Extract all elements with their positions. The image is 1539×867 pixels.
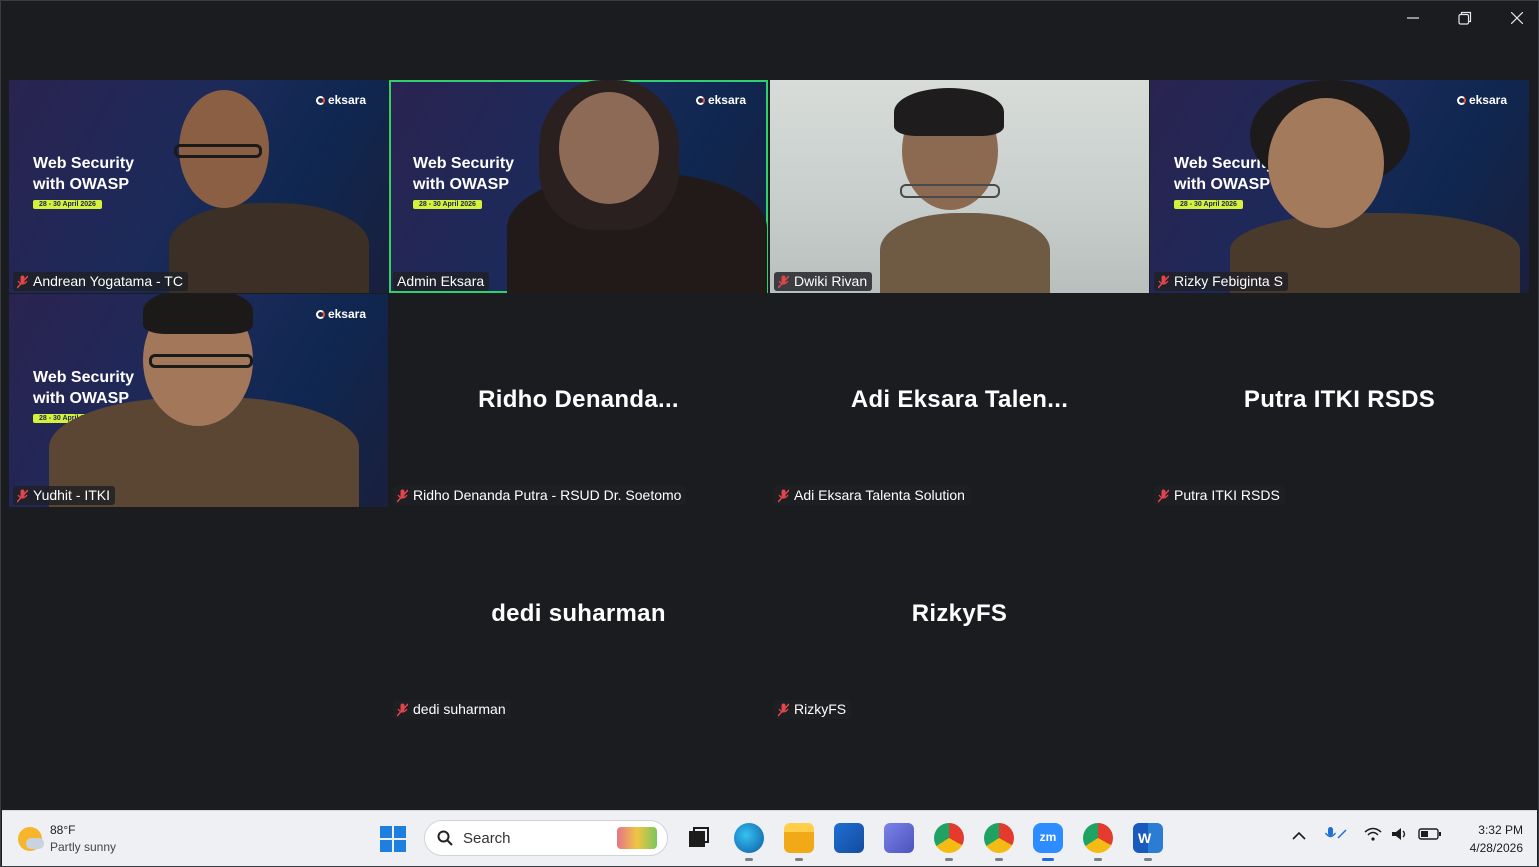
muted-mic-icon: [1157, 488, 1170, 503]
participant-face: [559, 92, 659, 204]
participant-tile-admin-eksara[interactable]: eksara Web Security with OWASP 28 - 30 Ap…: [389, 80, 768, 293]
participant-nametag: RizkyFS: [774, 700, 852, 719]
participant-face: [1268, 98, 1384, 228]
participant-nametag: Ridho Denanda Putra - RSUD Dr. Soetomo: [393, 486, 687, 505]
participant-display-name: Adi Eksara Talen...: [850, 386, 1069, 413]
participant-nametag: Yudhit - ITKI: [13, 486, 116, 505]
eksara-logo: eksara: [315, 93, 366, 107]
battery-icon[interactable]: [1418, 827, 1442, 844]
muted-mic-icon: [777, 274, 790, 289]
participant-name: Admin Eksara: [397, 273, 485, 289]
eksara-logo: eksara: [1456, 93, 1507, 107]
muted-mic-icon: [396, 488, 409, 503]
eksara-logo: eksara: [315, 307, 366, 321]
edge-icon[interactable]: [734, 823, 764, 861]
participant-name: Putra ITKI RSDS: [1174, 487, 1280, 503]
participant-name: Ridho Denanda Putra - RSUD Dr. Soetomo: [413, 487, 682, 503]
task-view-icon[interactable]: [684, 823, 714, 853]
participant-tile-dedi[interactable]: dedi suharman dedi suharman: [389, 508, 768, 721]
participant-nametag: Dwiki Rivan: [774, 272, 873, 291]
minimize-button[interactable]: [1387, 0, 1439, 36]
participant-video: [169, 203, 369, 293]
participant-nametag: Putra ITKI RSDS: [1154, 486, 1285, 505]
muted-mic-icon: [777, 702, 790, 717]
participant-tile-ridho[interactable]: Ridho Denanda... Ridho Denanda Putra - R…: [389, 294, 768, 507]
store-icon[interactable]: [834, 823, 864, 853]
participant-nametag: Admin Eksara: [393, 272, 490, 291]
close-button[interactable]: [1491, 0, 1539, 36]
participant-display-name: Putra ITKI RSDS: [1243, 386, 1436, 413]
participant-tile-dwiki[interactable]: Dwiki Rivan: [770, 80, 1149, 293]
file-explorer-icon[interactable]: [784, 823, 814, 861]
participant-display-name: dedi suharman: [491, 600, 666, 627]
chrome-profile-icon[interactable]: [984, 823, 1014, 861]
participant-hair: [894, 88, 1004, 136]
participant-nametag: dedi suharman: [393, 700, 511, 719]
clock-time: 3:32 PM: [1478, 823, 1523, 837]
participant-tile-andrean[interactable]: eksara Web Security with OWASP 28 - 30 Ap…: [9, 80, 388, 293]
zoom-icon[interactable]: zm: [1033, 823, 1063, 861]
participant-name: Yudhit - ITKI: [33, 487, 111, 503]
chrome-icon[interactable]: [934, 823, 964, 861]
participant-nametag: Adi Eksara Talenta Solution: [774, 486, 970, 505]
search-placeholder: Search: [463, 829, 511, 847]
weather-widget[interactable]: 88°F Partly sunny: [18, 822, 116, 856]
glasses: [174, 144, 262, 158]
participant-tile-yudhit[interactable]: eksara Web Security with OWASP 28 - 30 Ap…: [9, 294, 388, 507]
search-icon: [437, 830, 453, 846]
muted-mic-icon: [777, 488, 790, 503]
muted-mic-icon: [16, 488, 29, 503]
clock-date: 4/28/2026: [1469, 841, 1523, 855]
system-clock[interactable]: 3:32 PM 4/28/2026: [1470, 821, 1523, 857]
participant-nametag: Rizky Febiginta S: [1154, 272, 1288, 291]
weather-desc: Partly sunny: [50, 840, 117, 854]
participant-name: Adi Eksara Talenta Solution: [794, 487, 965, 503]
start-icon[interactable]: [380, 826, 406, 852]
banner-date: 28 - 30 April 2026: [33, 200, 102, 209]
participant-name: RizkyFS: [794, 701, 847, 717]
muted-mic-icon: [396, 702, 409, 717]
teams-icon[interactable]: [884, 823, 914, 853]
restore-icon: [1458, 11, 1472, 25]
taskbar: 88°F Partly sunny Search zm W 3:32 PM 4/…: [2, 810, 1537, 866]
volume-icon[interactable]: [1391, 827, 1409, 844]
chevron-up-icon[interactable]: [1292, 829, 1306, 844]
eksara-logo: eksara: [695, 93, 746, 107]
participant-tile-rizkyfs[interactable]: RizkyFS RizkyFS: [770, 508, 1149, 721]
participant-display-name: RizkyFS: [911, 600, 1008, 627]
banner-title: Web Security with OWASP: [413, 155, 515, 193]
glasses: [149, 354, 253, 368]
participant-name: dedi suharman: [413, 701, 506, 717]
wifi-icon[interactable]: [1364, 827, 1382, 844]
participant-tile-adi[interactable]: Adi Eksara Talen... Adi Eksara Talenta S…: [770, 294, 1149, 507]
participant-name: Andrean Yogatama - TC: [33, 273, 183, 289]
search-input[interactable]: Search: [424, 820, 668, 856]
participant-name: Rizky Febiginta S: [1174, 273, 1283, 289]
participant-hair: [143, 294, 253, 334]
banner-date: 28 - 30 April 2026: [413, 200, 482, 209]
chrome-k-icon[interactable]: [1083, 823, 1113, 861]
participant-nametag: Andrean Yogatama - TC: [13, 272, 188, 291]
word-icon[interactable]: W: [1133, 823, 1163, 861]
participant-video: [880, 213, 1050, 293]
restore-button[interactable]: [1439, 0, 1491, 36]
search-highlight-icon: [617, 827, 657, 849]
muted-mic-icon: [1157, 274, 1170, 289]
participant-tile-rizky-febiginta[interactable]: eksara Web Security with OWASP 28 - 30 Ap…: [1150, 80, 1529, 293]
banner-title: Web Security with OWASP: [33, 155, 135, 193]
participant-tile-putra[interactable]: Putra ITKI RSDS Putra ITKI RSDS: [1150, 294, 1529, 507]
close-icon: [1511, 12, 1523, 24]
banner-title: Web Security with OWASP: [33, 369, 135, 407]
microphone-icon[interactable]: [1324, 826, 1348, 847]
weather-temp: 88°F: [50, 823, 76, 837]
participant-display-name: Ridho Denanda...: [478, 386, 679, 413]
glasses: [900, 184, 1000, 198]
muted-mic-icon: [16, 274, 29, 289]
banner-date: 28 - 30 April 2026: [1174, 200, 1243, 209]
partly-sunny-icon: [18, 827, 44, 851]
minimize-icon: [1407, 17, 1419, 19]
participant-name: Dwiki Rivan: [794, 273, 868, 289]
